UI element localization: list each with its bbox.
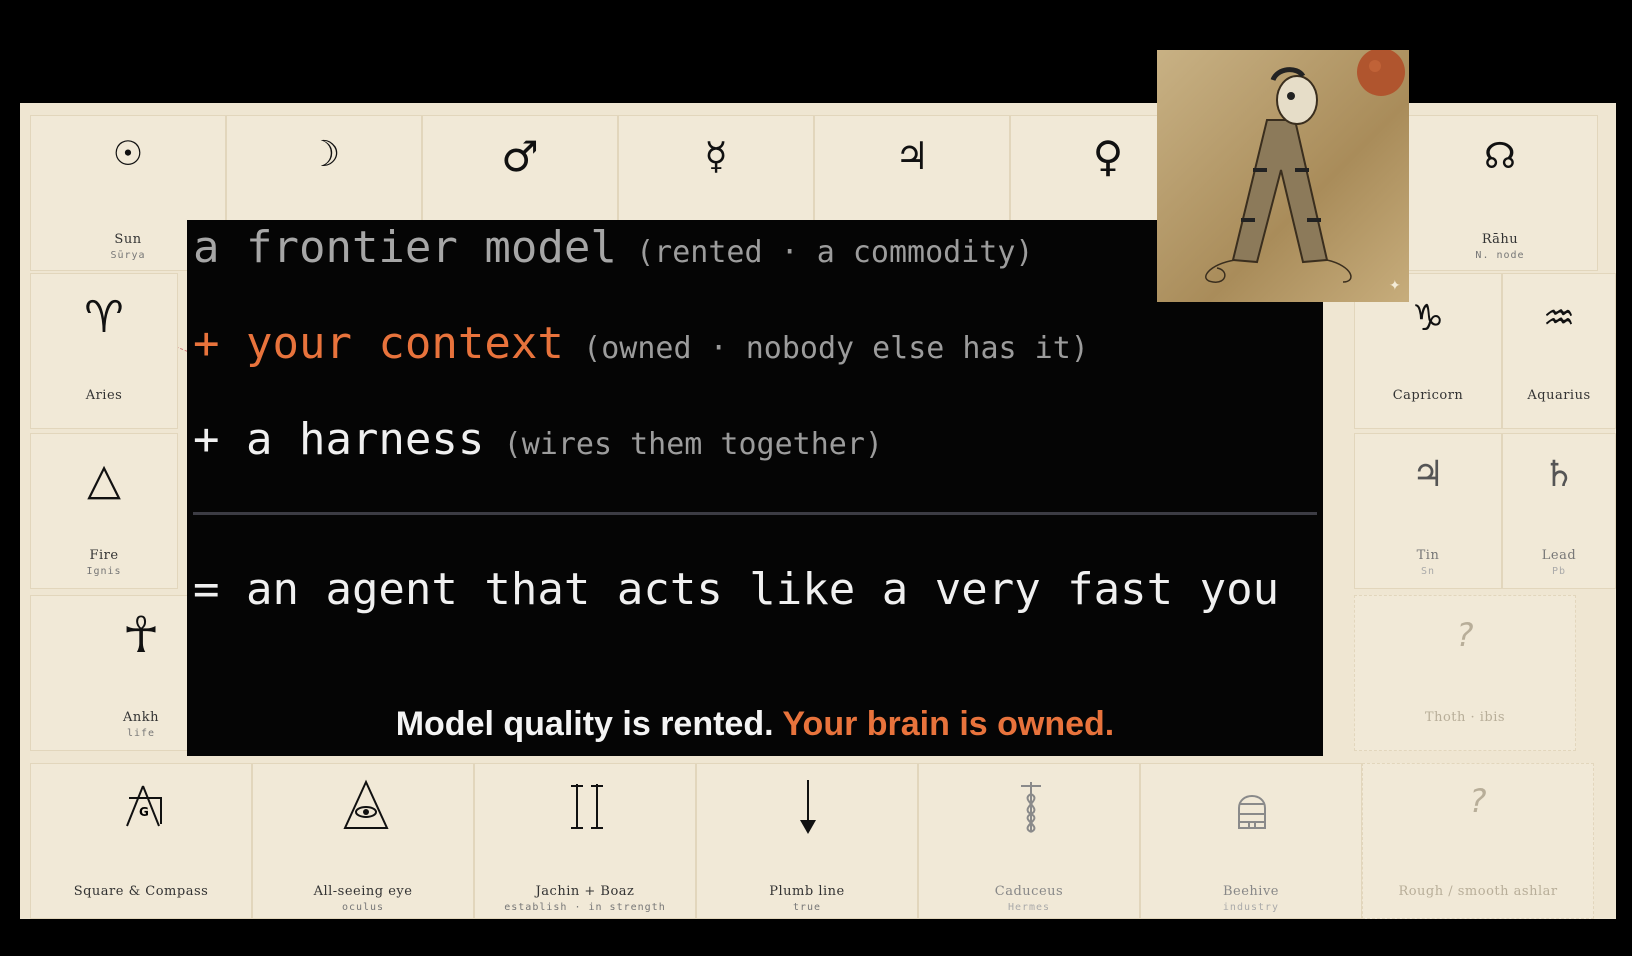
card-rahu[interactable]: ☊ Rāhu N. node — [1402, 115, 1598, 271]
card-sublabel: Pb — [1551, 566, 1567, 577]
formula-term-context: + your context — [193, 318, 564, 369]
card-label: Jachin + Boaz — [535, 884, 635, 899]
card-label: Fire — [89, 548, 119, 563]
mars-icon: ♂ — [501, 132, 539, 181]
card-aries[interactable]: ♈ Aries — [30, 273, 178, 429]
card-label: Beehive — [1222, 884, 1279, 899]
formula-note-model: (rented · a commodity) — [636, 235, 1034, 270]
formula-term-harness: + a harness — [193, 414, 485, 465]
card-caduceus[interactable]: Caduceus Hermes — [918, 763, 1140, 919]
card-square-compass[interactable]: G Square & Compass — [30, 763, 252, 919]
card-beehive[interactable]: Beehive industry — [1140, 763, 1362, 919]
capricorn-icon: ♑ — [1411, 298, 1445, 339]
svg-text:G: G — [139, 805, 149, 819]
formula-panel: a frontier model (rented · a commodity) … — [187, 220, 1323, 756]
mercury-icon: ☿ — [704, 134, 728, 178]
aquarius-icon: ♒ — [1542, 298, 1576, 339]
card-label: Plumb line — [769, 884, 845, 899]
sun-icon: ☉ — [112, 134, 144, 174]
saturn-icon: ♄ — [1542, 454, 1576, 495]
card-tin[interactable]: ♃ Tin Sn — [1354, 433, 1502, 589]
card-label: Rough / smooth ashlar — [1398, 884, 1558, 899]
card-sublabel: true — [792, 902, 822, 913]
fire-triangle-icon: △ — [87, 454, 121, 505]
card-label: Lead — [1541, 548, 1577, 563]
card-sublabel: Ignis — [86, 566, 122, 577]
formula-note-context: (owned · nobody else has it) — [583, 331, 1089, 366]
formula-line-1: a frontier model (rented · a commodity) — [193, 222, 1033, 273]
card-sublabel: Hermes — [1007, 902, 1051, 913]
card-sublabel: Sn — [1420, 566, 1436, 577]
svg-text:✦: ✦ — [1389, 278, 1401, 294]
formula-line-2: + your context (owned · nobody else has … — [193, 318, 1089, 369]
tagline-part-1: Model quality is rented. — [395, 705, 774, 743]
question-mark-icon: ? — [1456, 616, 1474, 654]
card-sublabel: industry — [1222, 902, 1280, 913]
card-plumb-line[interactable]: Plumb line true — [696, 763, 918, 919]
card-fire[interactable]: △ Fire Ignis — [30, 433, 178, 589]
card-label: All-seeing eye — [313, 884, 413, 899]
formula-term-model: a frontier model — [193, 222, 617, 273]
card-sublabel: establish · in strength — [504, 902, 666, 913]
formula-line-3: + a harness (wires them together) — [193, 414, 883, 465]
card-label: Rāhu — [1481, 232, 1519, 247]
formula-note-harness: (wires them together) — [503, 427, 883, 462]
card-sublabel: N. node — [1475, 250, 1525, 261]
caduceus-icon — [1021, 782, 1041, 833]
card-label: Capricorn — [1392, 388, 1464, 403]
jupiter-icon: ♃ — [894, 134, 930, 178]
card-ashlar[interactable]: ? Rough / smooth ashlar — [1362, 763, 1594, 919]
north-node-icon: ☊ — [1484, 136, 1516, 177]
card-label: Caduceus — [994, 884, 1064, 899]
tagline: Model quality is rented. Your brain is o… — [187, 705, 1323, 744]
card-label: Aquarius — [1527, 388, 1591, 403]
square-and-compass-icon: G — [126, 785, 162, 827]
aries-icon: ♈ — [84, 292, 124, 343]
pillars-icon — [571, 784, 603, 829]
moon-icon: ☽ — [307, 134, 341, 175]
card-aquarius[interactable]: ♒ Aquarius — [1502, 273, 1616, 429]
formula-result: = an agent that acts like a very fast yo… — [193, 564, 1280, 615]
question-mark-icon: ? — [1469, 782, 1487, 820]
card-thoth[interactable]: ? Thoth · ibis — [1354, 595, 1576, 751]
all-seeing-eye-icon — [343, 779, 389, 829]
plumb-line-icon — [800, 780, 816, 834]
jupiter-icon: ♃ — [1411, 454, 1445, 495]
beehive-icon — [1238, 795, 1266, 829]
card-jachin-boaz[interactable]: Jachin + Boaz establish · in strength — [474, 763, 696, 919]
figure-illustration: ✦ — [1205, 50, 1405, 294]
tagline-part-2: Your brain is owned. — [782, 705, 1115, 743]
card-label: Tin — [1416, 548, 1440, 563]
card-label: Square & Compass — [73, 884, 209, 899]
card-all-seeing-eye[interactable]: All-seeing eye oculus — [252, 763, 474, 919]
card-label: Aries — [85, 388, 123, 403]
card-lead[interactable]: ♄ Lead Pb — [1502, 433, 1616, 589]
card-label: Thoth · ibis — [1424, 710, 1506, 725]
card-sublabel: oculus — [341, 902, 385, 913]
artwork-thumbnail[interactable]: ✦ — [1157, 50, 1409, 302]
formula-divider — [193, 512, 1317, 515]
